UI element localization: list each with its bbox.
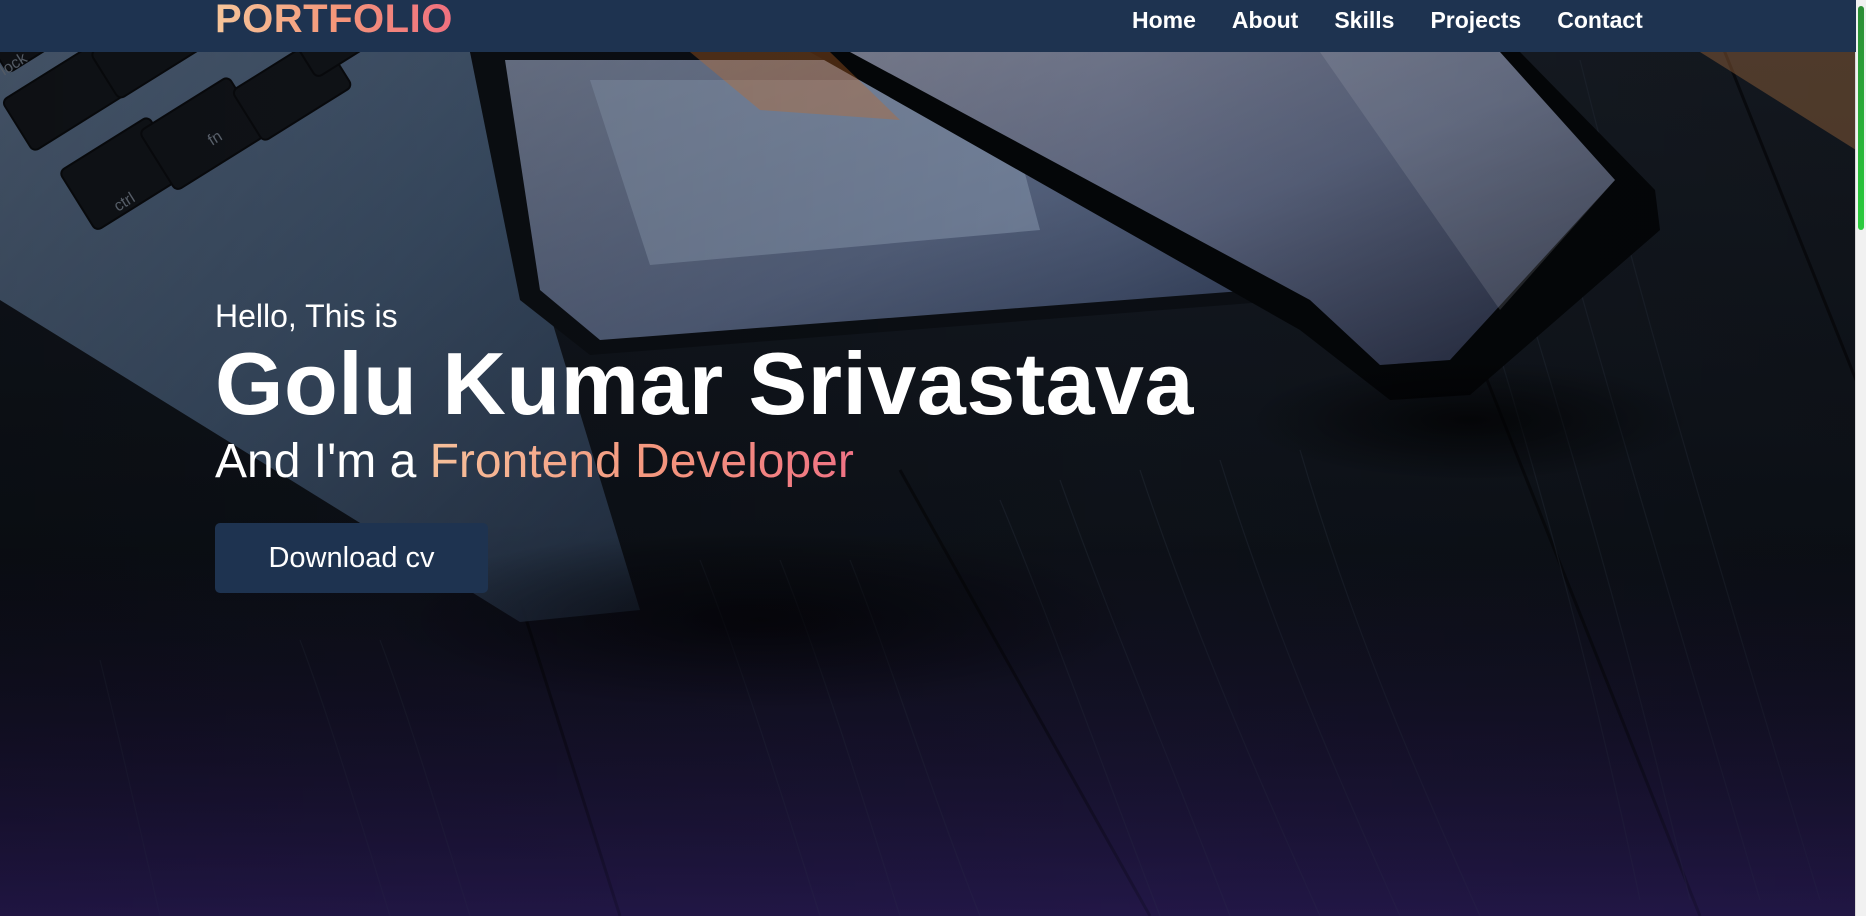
- brand-logo[interactable]: PORTFOLIO: [215, 0, 453, 40]
- hero-role-highlight: Frontend Developer: [429, 435, 854, 488]
- nav-link-skills[interactable]: Skills: [1334, 6, 1394, 34]
- nav-link-contact[interactable]: Contact: [1557, 6, 1643, 34]
- nav-link-home[interactable]: Home: [1132, 6, 1196, 34]
- hero-role-line: And I'm a Frontend Developer: [215, 434, 1194, 490]
- hero-role-prefix: And I'm a: [215, 435, 430, 488]
- nav-link-projects[interactable]: Projects: [1430, 6, 1521, 34]
- scrollbar-thumb[interactable]: [1858, 6, 1864, 230]
- nav-link-about[interactable]: About: [1232, 6, 1298, 34]
- nav-links: Home About Skills Projects Contact: [1132, 6, 1643, 34]
- top-navbar: PORTFOLIO Home About Skills Projects Con…: [0, 0, 1856, 52]
- hero-name: Golu Kumar Srivastava: [215, 334, 1194, 433]
- vertical-scrollbar[interactable]: [1855, 0, 1866, 916]
- download-cv-button[interactable]: Download cv: [215, 523, 488, 593]
- hero-greeting: Hello, This is: [215, 298, 398, 334]
- page-viewport: ctrl fn lock PORTFOLIO: [0, 0, 1866, 916]
- hero-section: Hello, This is Golu Kumar Srivastava And…: [215, 296, 1194, 593]
